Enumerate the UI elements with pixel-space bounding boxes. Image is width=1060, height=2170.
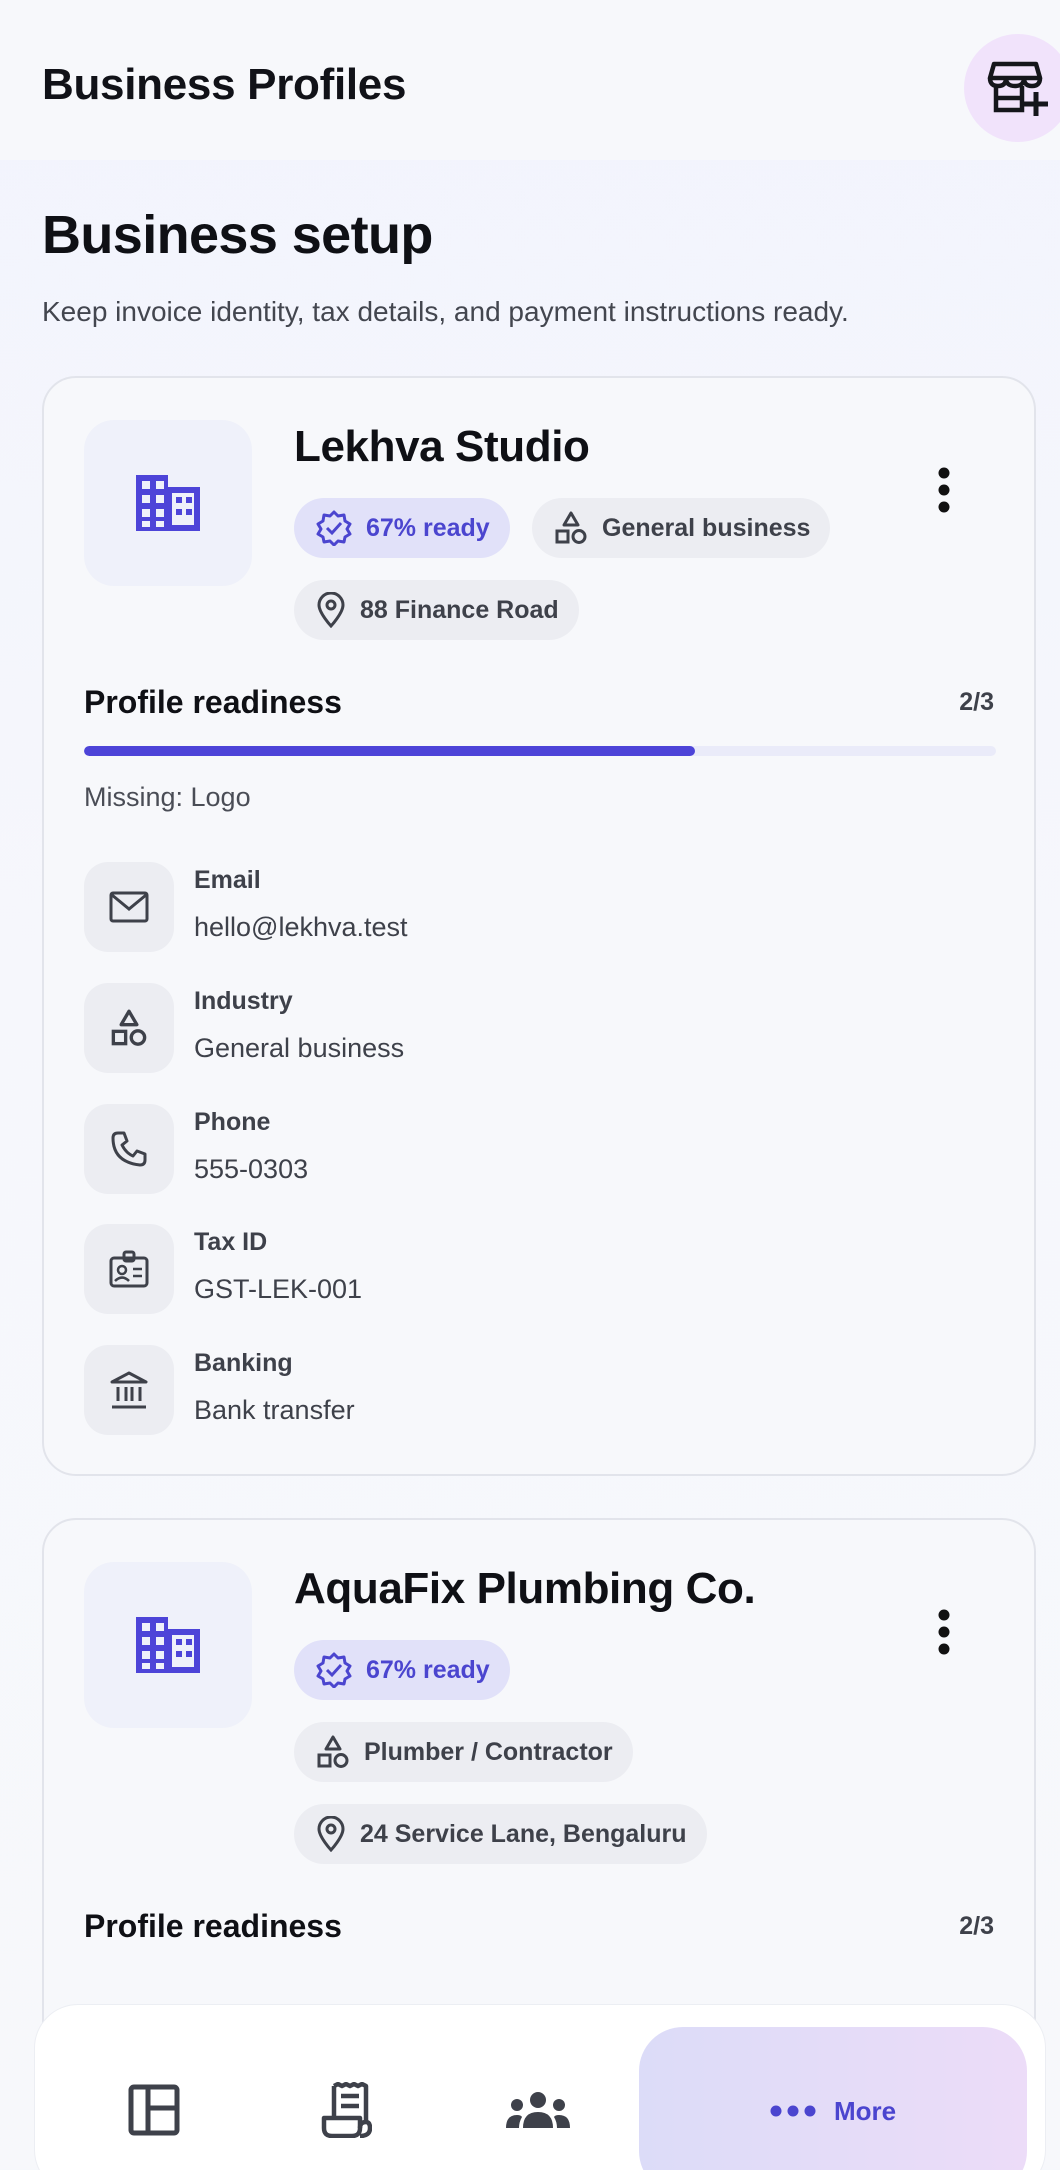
groups-icon: [506, 2092, 570, 2128]
detail-label: Tax ID: [194, 1228, 268, 1256]
phone-icon: [111, 1131, 147, 1167]
location-pin-icon: [317, 592, 345, 628]
detail-row-phone: Phone 555-0303: [84, 1104, 984, 1194]
readiness-progress-fill: [84, 746, 696, 756]
readiness-chip: 67% ready: [294, 1640, 510, 1700]
add-store-icon: [987, 61, 1048, 116]
detail-icon-box: [84, 1104, 174, 1194]
more-horiz-icon: [770, 2105, 816, 2117]
detail-value: hello@lekhva.test: [194, 912, 408, 942]
detail-label: Industry: [194, 987, 293, 1015]
bank-icon: [110, 1371, 148, 1409]
detail-icon-box: [84, 1345, 174, 1435]
nav-item-invoices[interactable]: [271, 2027, 421, 2170]
address-chip: 24 Service Lane, Bengaluru: [294, 1804, 707, 1864]
detail-icon-box: [84, 1224, 174, 1314]
nav-item-clients[interactable]: [463, 2027, 613, 2170]
readiness-title: Profile readiness: [84, 684, 342, 720]
detail-icon-box: [84, 862, 174, 952]
address-chip-label: 24 Service Lane, Bengaluru: [360, 1819, 687, 1848]
detail-label: Email: [194, 866, 261, 894]
detail-row-email: Email hello@lekhva.test: [84, 862, 984, 952]
business-logo-placeholder: [84, 1562, 252, 1728]
readiness-chip-label: 67% ready: [366, 1655, 490, 1684]
page-subtitle: Keep invoice identity, tax details, and …: [42, 296, 849, 327]
detail-row-banking: Banking Bank transfer: [84, 1345, 984, 1435]
add-business-button[interactable]: [964, 34, 1060, 142]
app-bar-title: Business Profiles: [42, 60, 407, 109]
shapes-icon: [555, 511, 587, 544]
nav-item-more[interactable]: More: [639, 2027, 1027, 2170]
location-pin-icon: [317, 1816, 345, 1852]
detail-label: Banking: [194, 1349, 293, 1377]
business-name: AquaFix Plumbing Co.: [294, 1564, 756, 1613]
building-icon: [136, 475, 200, 531]
more-options-button[interactable]: [924, 1602, 964, 1662]
detail-icon-box: [84, 983, 174, 1073]
building-icon: [136, 1617, 200, 1673]
detail-label: Phone: [194, 1108, 271, 1136]
page-heading: Business setup: [42, 205, 433, 265]
business-name: Lekhva Studio: [294, 422, 590, 471]
readiness-count: 2/3: [959, 1912, 994, 1940]
verified-badge-icon: [316, 1652, 352, 1688]
app-bar: Business Profiles: [0, 0, 1060, 160]
industry-chip: Plumber / Contractor: [294, 1722, 633, 1782]
bottom-navigation: More: [34, 2004, 1046, 2170]
verified-badge-icon: [316, 510, 352, 546]
more-vert-icon: [938, 467, 950, 513]
industry-chip: General business: [532, 498, 831, 558]
detail-value: GST-LEK-001: [194, 1274, 363, 1304]
id-card-icon: [109, 1250, 149, 1288]
business-card-lekhva[interactable]: Lekhva Studio 67% ready General business…: [42, 376, 1036, 1476]
address-chip: 88 Finance Road: [294, 580, 579, 640]
dashboard-icon: [128, 2084, 180, 2136]
missing-items-text: Missing: Logo: [84, 782, 251, 812]
detail-value: 555-0303: [194, 1154, 309, 1184]
industry-chip-label: General business: [602, 513, 811, 542]
readiness-chip: 67% ready: [294, 498, 510, 558]
more-vert-icon: [938, 1609, 950, 1655]
detail-row-industry: Industry General business: [84, 983, 984, 1073]
detail-value: General business: [194, 1033, 405, 1063]
nav-more-label: More: [833, 2095, 897, 2126]
address-chip-label: 88 Finance Road: [360, 595, 559, 624]
mail-icon: [109, 891, 149, 923]
detail-value: Bank transfer: [194, 1395, 355, 1425]
detail-row-tax-id: Tax ID GST-LEK-001: [84, 1224, 984, 1314]
business-logo-placeholder: [84, 420, 252, 586]
readiness-count: 2/3: [959, 688, 994, 716]
readiness-title: Profile readiness: [84, 1908, 342, 1944]
shapes-icon: [317, 1735, 349, 1768]
readiness-chip-label: 67% ready: [366, 513, 490, 542]
readiness-progress-bar: [84, 746, 996, 756]
nav-item-dashboard[interactable]: [79, 2027, 229, 2170]
shapes-icon: [111, 1009, 147, 1046]
receipt-icon: [321, 2082, 372, 2138]
industry-chip-label: Plumber / Contractor: [364, 1737, 613, 1766]
more-options-button[interactable]: [924, 460, 964, 520]
